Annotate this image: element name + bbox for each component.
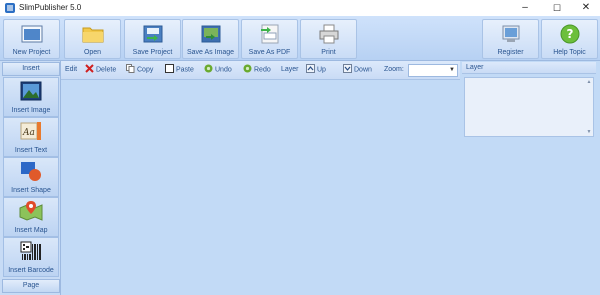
zoom-select[interactable]: ▼ (408, 64, 458, 77)
layer-panel-title: Layer (462, 62, 596, 74)
insert-shape-button[interactable]: Insert Shape (3, 157, 59, 197)
save-as-pdf-button[interactable]: Save As PDF (241, 19, 298, 59)
insert-panel: Insert Insert Image Aa Insert Text Inser… (0, 61, 61, 295)
insert-text-label: Insert Text (14, 147, 48, 154)
help-topic-label: Help Topic (553, 49, 586, 56)
layer-up-button[interactable]: Up (306, 64, 326, 75)
layer-panel: Layer ▲ ▼ (460, 61, 600, 295)
save-as-image-label: Save As Image (186, 49, 235, 56)
insert-barcode-label: Insert Barcode (8, 267, 54, 274)
zoom-label: Zoom: (384, 66, 404, 73)
folder-icon (82, 27, 103, 43)
layer-label: Layer (281, 66, 299, 73)
register-icon (502, 25, 519, 42)
barcode-icon (20, 241, 41, 260)
app-icon (5, 3, 15, 13)
save-project-button[interactable]: Save Project (124, 19, 181, 59)
window-title: SlimPublisher 5.0 (19, 3, 82, 12)
layer-list[interactable]: ▲ ▼ (464, 77, 594, 137)
page-header[interactable]: Page (2, 279, 60, 293)
layer-down-icon (343, 64, 352, 73)
svg-text:?: ? (566, 27, 573, 41)
redo-button[interactable]: Redo (243, 64, 271, 75)
undo-label: Undo (215, 66, 232, 74)
paste-label: Paste (176, 66, 194, 74)
insert-map-label: Insert Map (14, 227, 48, 234)
help-topic-button[interactable]: ? Help Topic (541, 19, 598, 59)
layer-up-label: Up (317, 66, 326, 74)
redo-label: Redo (254, 66, 271, 74)
copy-button[interactable]: Copy (126, 64, 154, 75)
main-toolbar: New Project Open Save Project Save As Im… (0, 16, 600, 61)
delete-button[interactable]: Delete (85, 64, 117, 75)
insert-shape-label: Insert Shape (11, 187, 51, 194)
undo-icon (204, 64, 213, 73)
scroll-down-icon[interactable]: ▼ (585, 128, 593, 136)
copy-icon (126, 64, 135, 73)
edit-toolbar: Edit Delete Copy Paste Undo Redo Layer U… (61, 61, 460, 80)
insert-map-button[interactable]: Insert Map (3, 197, 59, 237)
save-project-icon (143, 25, 162, 43)
maximize-button[interactable]: ☐ (543, 0, 571, 16)
redo-icon (243, 64, 252, 73)
chevron-down-icon: ▼ (449, 67, 455, 73)
delete-label: Delete (96, 66, 117, 74)
edit-label: Edit (65, 66, 78, 73)
paste-icon (165, 64, 174, 73)
open-label: Open (83, 49, 102, 56)
register-button[interactable]: Register (482, 19, 539, 59)
save-as-image-icon (201, 25, 220, 43)
paste-button[interactable]: Paste (165, 64, 194, 75)
new-project-button[interactable]: New Project (3, 19, 60, 59)
layer-down-label: Down (354, 66, 372, 74)
register-label: Register (497, 49, 524, 56)
insert-barcode-button[interactable]: Insert Barcode (3, 237, 59, 277)
close-button[interactable]: ✕ (572, 0, 600, 16)
layer-down-button[interactable]: Down (343, 64, 372, 75)
shape-icon (21, 162, 41, 181)
save-project-label: Save Project (132, 49, 173, 56)
print-button[interactable]: Print (300, 19, 357, 59)
title-bar: SlimPublisher 5.0 – ☐ ✕ (0, 0, 600, 16)
undo-button[interactable]: Undo (204, 64, 232, 75)
insert-text-button[interactable]: Aa Insert Text (3, 117, 59, 157)
minimize-button[interactable]: – (511, 0, 539, 16)
printer-icon (319, 24, 338, 44)
open-button[interactable]: Open (64, 19, 121, 59)
new-project-label: New Project (12, 49, 51, 56)
design-canvas[interactable] (61, 80, 460, 295)
insert-image-button[interactable]: Insert Image (3, 77, 59, 117)
text-icon: Aa (20, 122, 41, 140)
map-icon (19, 201, 43, 221)
svg-text:Aa: Aa (22, 128, 35, 138)
layer-up-icon (306, 64, 315, 73)
scroll-up-icon[interactable]: ▲ (585, 78, 593, 86)
copy-label: Copy (137, 66, 154, 74)
pdf-icon (260, 24, 278, 44)
help-icon: ? (560, 24, 579, 44)
save-as-image-button[interactable]: Save As Image (182, 19, 239, 59)
image-icon (20, 81, 42, 101)
insert-image-label: Insert Image (11, 107, 51, 114)
delete-icon (85, 64, 94, 73)
layer-list-scrollbar[interactable]: ▲ ▼ (585, 78, 593, 136)
insert-header[interactable]: Insert (2, 62, 60, 76)
print-label: Print (321, 49, 336, 56)
new-project-icon (21, 25, 42, 43)
save-as-pdf-label: Save As PDF (248, 49, 291, 56)
